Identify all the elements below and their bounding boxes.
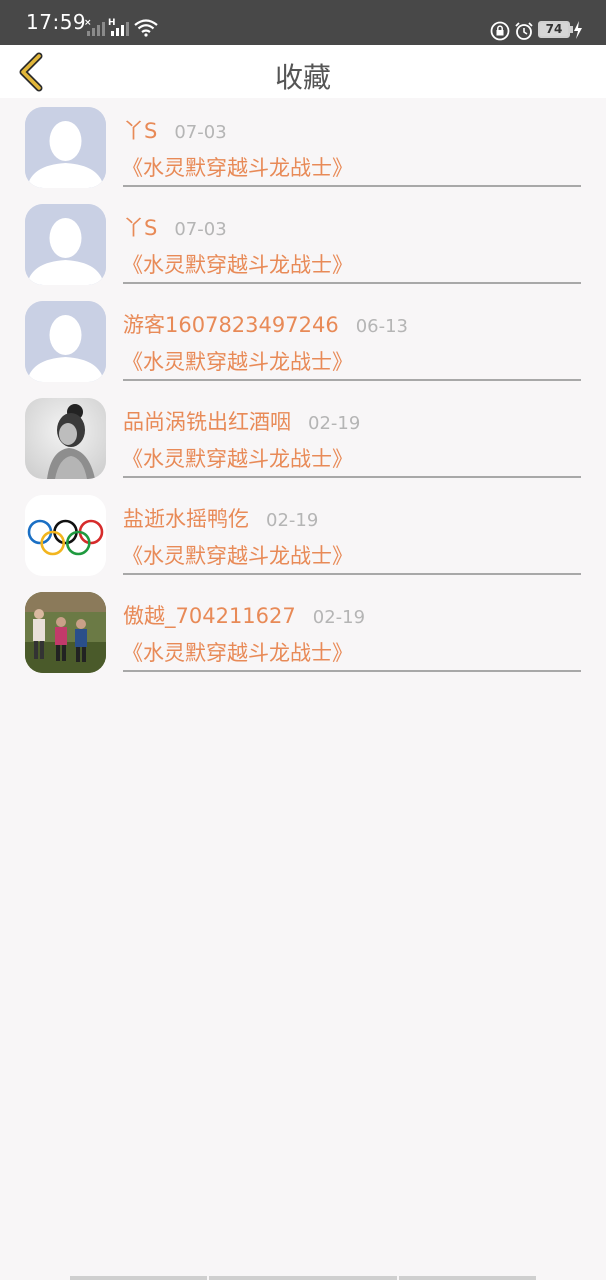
- avatar[interactable]: [25, 495, 106, 576]
- list-item[interactable]: 盐逝水摇鸭仡 02-19 《水灵默穿越斗龙战士》: [0, 486, 606, 583]
- book-title[interactable]: 《水灵默穿越斗龙战士》: [122, 249, 353, 279]
- portrait-photo-icon: [25, 398, 106, 479]
- item-header: 游客1607823497246 06-13: [123, 309, 408, 339]
- item-date: 02-19: [312, 607, 366, 628]
- divider: [123, 379, 581, 381]
- book-title[interactable]: 《水灵默穿越斗龙战士》: [122, 443, 353, 473]
- item-header: 丫S 07-03: [123, 115, 227, 145]
- lock-icon: [490, 21, 510, 41]
- bottom-hint-bar: [70, 1276, 207, 1280]
- divider: [123, 573, 581, 575]
- user-name: 丫S: [123, 119, 158, 143]
- user-name: 盐逝水摇鸭仡: [123, 507, 249, 531]
- book-title[interactable]: 《水灵默穿越斗龙战士》: [122, 346, 353, 376]
- svg-text:H: H: [108, 18, 116, 28]
- list-item[interactable]: 丫S 07-03 《水灵默穿越斗龙战士》: [0, 195, 606, 292]
- wifi-icon: [134, 19, 158, 37]
- status-bar: 17:59 × H 74: [0, 0, 606, 45]
- avatar[interactable]: [25, 398, 106, 479]
- default-avatar-icon: [25, 301, 106, 382]
- bottom-hint-bar: [399, 1276, 536, 1280]
- list-item[interactable]: 丫S 07-03 《水灵默穿越斗龙战士》: [0, 98, 606, 195]
- item-date: 02-19: [266, 510, 319, 531]
- page-title: 收藏: [274, 61, 331, 94]
- item-date: 07-03: [174, 122, 227, 143]
- signal-h-icon: H: [108, 18, 129, 36]
- divider: [123, 282, 581, 284]
- divider: [123, 185, 581, 187]
- signal-x-icon: ×: [84, 18, 105, 36]
- battery-level: 74: [545, 22, 563, 36]
- battery-icon: 74: [538, 21, 570, 38]
- alarm-icon: [515, 22, 533, 40]
- item-header: 品尚涡铣出红酒咽 02-19: [123, 406, 360, 436]
- chevron-left-icon[interactable]: [14, 51, 48, 93]
- list-item[interactable]: 游客1607823497246 06-13 《水灵默穿越斗龙战士》: [0, 292, 606, 389]
- list-item[interactable]: 傲越_704211627 02-19 《水灵默穿越斗龙战士》: [0, 583, 606, 680]
- item-header: 丫S 07-03: [123, 212, 227, 242]
- avatar[interactable]: [25, 301, 106, 382]
- list-item[interactable]: 品尚涡铣出红酒咽 02-19 《水灵默穿越斗龙战士》: [0, 389, 606, 486]
- top-bar: 收藏: [0, 45, 606, 98]
- default-avatar-icon: [25, 107, 106, 188]
- item-header: 傲越_704211627 02-19: [123, 600, 365, 630]
- divider: [123, 670, 581, 672]
- default-avatar-icon: [25, 204, 106, 285]
- item-date: 07-03: [174, 219, 227, 240]
- divider: [123, 476, 581, 478]
- book-title[interactable]: 《水灵默穿越斗龙战士》: [122, 540, 353, 570]
- field-photo-icon: [25, 592, 106, 673]
- item-header: 盐逝水摇鸭仡 02-19: [123, 503, 318, 533]
- item-date: 06-13: [355, 316, 409, 337]
- bottom-tab-hint: [0, 1276, 606, 1280]
- charging-icon: [574, 21, 582, 39]
- avatar[interactable]: [25, 204, 106, 285]
- avatar[interactable]: [25, 592, 106, 673]
- book-title[interactable]: 《水灵默穿越斗龙战士》: [122, 152, 353, 182]
- avatar[interactable]: [25, 107, 106, 188]
- user-name: 品尚涡铣出红酒咽: [123, 410, 291, 434]
- user-name: 游客1607823497246: [123, 313, 339, 337]
- user-name: 傲越_704211627: [123, 604, 296, 628]
- svg-text:×: ×: [84, 18, 92, 28]
- book-title[interactable]: 《水灵默穿越斗龙战士》: [122, 637, 353, 667]
- olympic-rings-icon: [25, 495, 106, 576]
- bottom-hint-bar: [209, 1276, 397, 1280]
- user-name: 丫S: [123, 216, 158, 240]
- item-date: 02-19: [308, 413, 361, 434]
- status-time: 17:59: [26, 10, 87, 34]
